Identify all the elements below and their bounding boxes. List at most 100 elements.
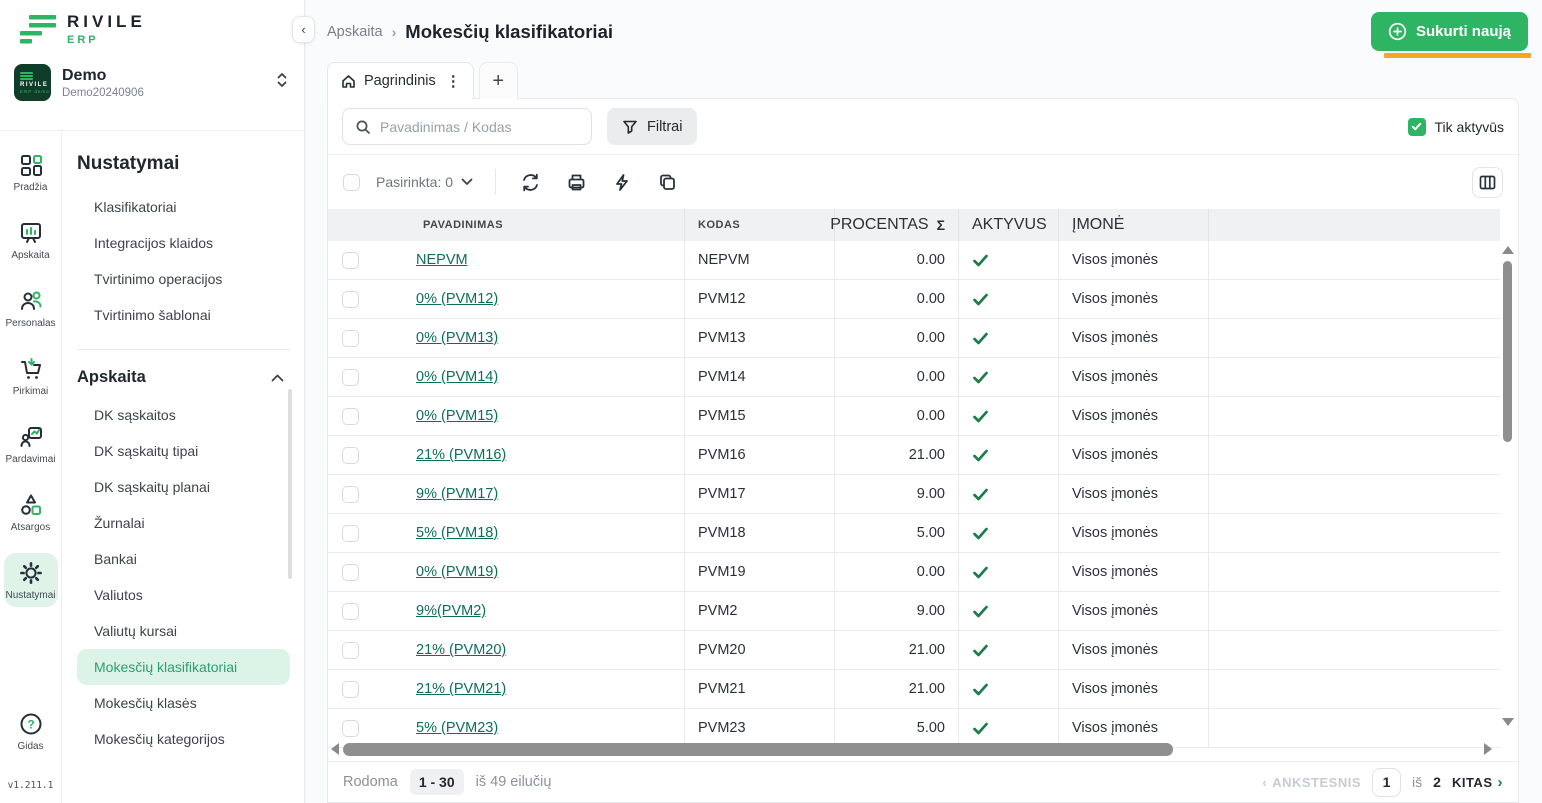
scroll-right-arrow-icon[interactable] (1484, 743, 1492, 755)
column-header-active[interactable]: AKTYVUS (959, 216, 1047, 234)
column-header-code[interactable]: KODAS (685, 219, 740, 231)
rail-item-apskaita[interactable]: Apskaita (4, 213, 58, 267)
row-name-link[interactable]: 21% (PVM20) (416, 642, 506, 658)
scroll-down-arrow-icon[interactable] (1502, 718, 1514, 726)
filters-button[interactable]: Filtrai (607, 108, 697, 145)
add-tab-button[interactable]: + (479, 62, 518, 99)
sidebar-collapse-button[interactable]: ‹ (292, 16, 315, 43)
table-row[interactable]: NEPVM NEPVM 0.00 Visos įmonės (328, 241, 1500, 280)
column-header-name[interactable]: PAVADINIMAS (403, 219, 684, 231)
row-name-link[interactable]: 5% (PVM23) (416, 720, 498, 736)
menu-item[interactable]: DK sąskaitų tipai (77, 433, 290, 469)
row-name-link[interactable]: 0% (PVM19) (416, 564, 498, 580)
menu-item[interactable]: DK sąskaitų planai (77, 469, 290, 505)
rail-item-nustatymai[interactable]: Nustatymai (4, 553, 58, 607)
sum-sigma-icon[interactable]: Σ (937, 217, 945, 233)
menu-item[interactable]: Valiutos (77, 577, 290, 613)
menu-item[interactable]: DK sąskaitos (77, 397, 290, 433)
row-name-link[interactable]: 0% (PVM13) (416, 330, 498, 346)
row-name-link[interactable]: 5% (PVM18) (416, 525, 498, 541)
lightning-button[interactable] (608, 168, 636, 197)
vertical-scroll-thumb[interactable] (1503, 261, 1512, 442)
checked-checkbox-icon[interactable] (1408, 118, 1426, 136)
row-checkbox[interactable] (342, 330, 359, 347)
chevron-up-icon[interactable] (271, 374, 284, 382)
row-name-link[interactable]: NEPVM (416, 252, 468, 268)
active-only-toggle[interactable]: Tik aktyvūs (1408, 118, 1505, 136)
row-checkbox[interactable] (342, 252, 359, 269)
vertical-scrollbar[interactable] (1502, 246, 1513, 726)
menu-item[interactable]: Mokesčių klasifikatoriai (77, 649, 290, 685)
search-input[interactable] (380, 119, 579, 135)
chevron-down-icon[interactable] (461, 178, 473, 186)
rail-item-gidas[interactable]: ? Gidas (4, 704, 58, 758)
table-row[interactable]: 0% (PVM15) PVM15 0.00 Visos įmonės (328, 397, 1500, 436)
company-switch-icon[interactable] (276, 72, 288, 88)
menu-item[interactable]: Integracijos klaidos (77, 225, 290, 261)
menu-item[interactable]: Žurnalai (77, 505, 290, 541)
menu-item[interactable]: Bankai (77, 541, 290, 577)
menu-item[interactable]: Tvirtinimo šablonai (77, 297, 290, 333)
row-checkbox[interactable] (342, 369, 359, 386)
menu-item[interactable]: Tvirtinimo operacijos (77, 261, 290, 297)
menu-item[interactable]: Valiutų kursai (77, 613, 290, 649)
rail-item-pardavimai[interactable]: Pardavimai (4, 417, 58, 471)
table-row[interactable]: 21% (PVM16) PVM16 21.00 Visos įmonės (328, 436, 1500, 475)
rail-item-pradzia[interactable]: Pradžia (4, 145, 58, 199)
refresh-button[interactable] (516, 168, 545, 197)
row-checkbox[interactable] (342, 603, 359, 620)
select-all-checkbox[interactable] (343, 174, 360, 191)
scroll-left-arrow-icon[interactable] (331, 743, 339, 755)
horizontal-scroll-thumb[interactable] (343, 743, 1173, 756)
menu-item[interactable]: Mokesčių klasės (77, 685, 290, 721)
row-name-link[interactable]: 0% (PVM12) (416, 291, 498, 307)
table-row[interactable]: 21% (PVM21) PVM21 21.00 Visos įmonės (328, 670, 1500, 709)
breadcrumb-parent[interactable]: Apskaita (327, 24, 383, 40)
row-checkbox[interactable] (342, 564, 359, 581)
row-checkbox[interactable] (342, 291, 359, 308)
table-row[interactable]: 0% (PVM13) PVM13 0.00 Visos įmonės (328, 319, 1500, 358)
row-name-link[interactable]: 21% (PVM16) (416, 447, 506, 463)
create-new-button[interactable]: Sukurti naują (1371, 12, 1528, 51)
row-checkbox[interactable] (342, 720, 359, 737)
row-name-link[interactable]: 0% (PVM14) (416, 369, 498, 385)
table-row[interactable]: 0% (PVM19) PVM19 0.00 Visos įmonės (328, 553, 1500, 592)
tab-pagrindinis[interactable]: Pagrindinis ⋮ (327, 62, 474, 99)
row-checkbox[interactable] (342, 525, 359, 542)
row-name-link[interactable]: 9%(PVM2) (416, 603, 486, 619)
horizontal-scrollbar[interactable] (331, 741, 1492, 757)
table-row[interactable]: 9% (PVM17) PVM17 9.00 Visos įmonės (328, 475, 1500, 514)
table-row[interactable]: 21% (PVM20) PVM20 21.00 Visos įmonės (328, 631, 1500, 670)
company-selector[interactable]: RIVILE ERP demo Demo Demo20240906 (0, 50, 304, 101)
table-row[interactable]: 0% (PVM12) PVM12 0.00 Visos įmonės (328, 280, 1500, 319)
column-settings-button[interactable] (1472, 167, 1503, 198)
row-checkbox[interactable] (342, 447, 359, 464)
column-header-percent[interactable]: PROCENTAS (830, 216, 928, 234)
menu-scrollbar[interactable] (288, 389, 292, 579)
row-checkbox[interactable] (342, 486, 359, 503)
rail-item-atsargos[interactable]: Atsargos (4, 485, 58, 539)
prev-page-button[interactable]: ‹ ANKSTESNIS (1262, 775, 1361, 790)
menu-item[interactable]: Mokesčių kategorijos (77, 721, 290, 757)
row-name-link[interactable]: 0% (PVM15) (416, 408, 498, 424)
row-checkbox[interactable] (342, 681, 359, 698)
rail-item-pirkimai[interactable]: Pirkimai (4, 349, 58, 403)
rail-item-personalas[interactable]: Personalas (4, 281, 58, 335)
print-button[interactable] (562, 168, 591, 197)
rows-range-badge[interactable]: 1 - 30 (410, 769, 464, 795)
copy-button[interactable] (653, 168, 682, 197)
scroll-up-arrow-icon[interactable] (1502, 246, 1514, 254)
row-checkbox[interactable] (342, 408, 359, 425)
row-name-link[interactable]: 21% (PVM21) (416, 681, 506, 697)
search-box[interactable] (342, 108, 592, 145)
row-name-link[interactable]: 9% (PVM17) (416, 486, 498, 502)
tab-menu-icon[interactable]: ⋮ (444, 72, 463, 90)
column-header-company[interactable]: ĮMONĖ (1059, 216, 1124, 234)
table-row[interactable]: 0% (PVM14) PVM14 0.00 Visos įmonės (328, 358, 1500, 397)
menu-item[interactable]: Klasifikatoriai (77, 189, 290, 225)
table-row[interactable]: 5% (PVM18) PVM18 5.00 Visos įmonės (328, 514, 1500, 553)
current-page-input[interactable]: 1 (1372, 768, 1401, 797)
next-page-button[interactable]: KITAS › (1452, 774, 1503, 791)
table-row[interactable]: 9%(PVM2) PVM2 9.00 Visos įmonės (328, 592, 1500, 631)
row-checkbox[interactable] (342, 642, 359, 659)
